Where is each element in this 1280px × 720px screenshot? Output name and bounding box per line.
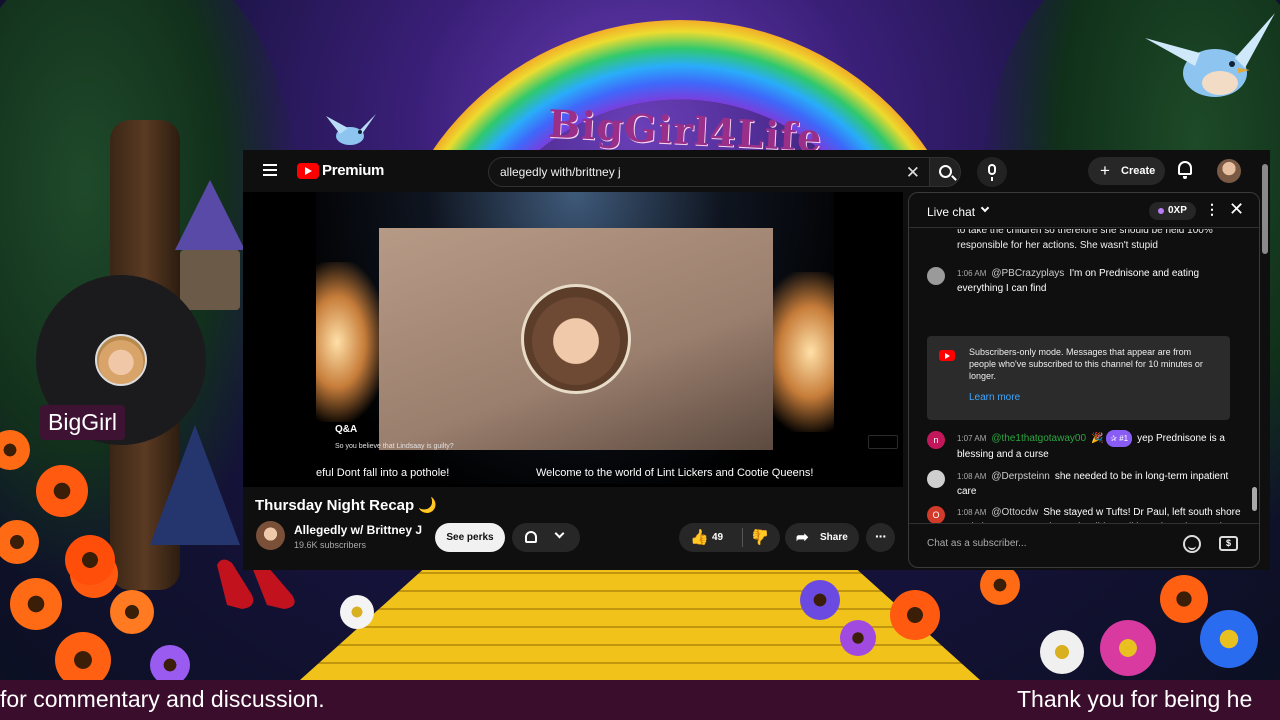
youtube-logo-icon[interactable] xyxy=(297,163,319,179)
subscription-notifications-button[interactable] xyxy=(512,523,580,552)
create-button-label: Create xyxy=(1121,165,1156,177)
chat-input[interactable]: Chat as a subscriber... xyxy=(927,538,1157,549)
video-crawl: eful Dont fall into a pothole! Welcome t… xyxy=(316,467,834,483)
chat-options-icon[interactable]: ⋮ xyxy=(1205,201,1219,218)
chevron-down-icon[interactable] xyxy=(980,203,990,213)
rank-badge: ✰ #1 xyxy=(1106,430,1133,447)
flowers-right xyxy=(740,560,1280,690)
channel-avatar[interactable] xyxy=(256,521,285,550)
learn-more-link[interactable]: Learn more xyxy=(969,392,1020,403)
close-icon[interactable]: ✕ xyxy=(906,163,920,183)
chat-time: 1:08 AM xyxy=(957,472,987,481)
watermark-icon xyxy=(868,435,898,449)
youtube-window: Premium allegedly with/brittney j ✕ + Cr… xyxy=(243,150,1270,570)
chat-input-row: Chat as a subscriber... $ xyxy=(909,523,1259,567)
cloud-glow-left xyxy=(316,262,386,422)
crawl-text-right: Welcome to the world of Lint Lickers and… xyxy=(536,467,814,479)
chat-avatar[interactable] xyxy=(927,470,945,488)
notifications-bell-icon[interactable] xyxy=(1178,161,1192,179)
crawl-text-left: eful Dont fall into a pothole! xyxy=(316,467,450,479)
ticker-text-left: for commentary and discussion. xyxy=(0,686,325,712)
see-perks-button[interactable]: See perks xyxy=(435,523,505,552)
share-button-label: Share xyxy=(820,532,848,543)
chat-message-body: 1:07 AM @the1thatgotaway00 🎉 ✰ #1 yep Predn… xyxy=(957,430,1247,462)
author-badge: 🎉 xyxy=(1091,433,1104,444)
super-chat-icon[interactable]: $ xyxy=(1219,536,1238,551)
share-icon: ➦ xyxy=(796,529,809,546)
chat-message-body: 1:06 AM @PBCrazyplays I'm on Prednisone an… xyxy=(957,266,1247,296)
bluebird-icon xyxy=(326,114,376,145)
youtube-premium-logo[interactable]: Premium xyxy=(322,162,384,179)
youtube-icon xyxy=(939,350,955,361)
microphone-icon xyxy=(988,164,996,181)
video-title: Thursday Night Recap 🌙 xyxy=(255,497,438,514)
like-dislike-group: 👍 49 👍 xyxy=(679,523,780,552)
chat-author[interactable]: @the1thatgotaway00 xyxy=(991,433,1086,444)
qa-title: Q&A xyxy=(335,424,358,435)
subscriber-count: 19.6K subscribers xyxy=(294,540,367,550)
more-actions-button[interactable]: ··· xyxy=(866,523,895,552)
flowers-left xyxy=(0,430,420,690)
witch-hat xyxy=(150,425,240,545)
search-icon xyxy=(939,165,952,178)
chat-message-body: 1:08 AM @Ottocdw She stayed w Tufts! Dr Pa… xyxy=(957,505,1247,523)
subscribers-only-notice: Subscribers-only mode. Messages that app… xyxy=(927,336,1230,420)
close-chat-icon[interactable]: ✕ xyxy=(1229,199,1244,220)
bell-icon xyxy=(525,531,537,543)
search-input[interactable]: allegedly with/brittney j ✕ xyxy=(488,157,931,187)
ticker-text-right: Thank you for being he xyxy=(1017,686,1253,712)
like-divider xyxy=(742,528,743,547)
live-chat-panel: Live chat 0XP ⋮ ✕ to take the children s… xyxy=(908,192,1260,568)
chat-author[interactable]: @Derpsteinn xyxy=(991,471,1050,482)
search-button[interactable] xyxy=(929,157,961,187)
like-count[interactable]: 49 xyxy=(712,532,723,543)
xp-icon xyxy=(1158,208,1164,214)
bluebird-large-icon xyxy=(1145,13,1275,97)
chat-avatar[interactable]: n xyxy=(927,431,945,449)
fairy-tower xyxy=(175,180,245,310)
plus-icon: + xyxy=(1100,161,1110,180)
video-player[interactable]: Q&A So you believe that Lindsaay is guil… xyxy=(243,192,903,487)
ticker-bar: for commentary and discussion. Thank you… xyxy=(0,680,1280,720)
voice-search-button[interactable] xyxy=(977,157,1007,187)
chat-avatar[interactable] xyxy=(927,267,945,285)
webcam-name-tag: BigGirl xyxy=(40,405,126,440)
chat-avatar[interactable]: O xyxy=(927,506,945,523)
search-input-value[interactable]: allegedly with/brittney j xyxy=(500,165,621,179)
chat-message-text: to take the children so therefore she sh… xyxy=(957,229,1213,251)
chevron-down-icon xyxy=(554,528,565,539)
topbar: Premium allegedly with/brittney j ✕ + Cr… xyxy=(243,150,1270,192)
xp-badge[interactable]: 0XP xyxy=(1149,202,1196,220)
dislike-icon[interactable]: 👍 xyxy=(751,528,770,546)
chat-time: 1:06 AM xyxy=(957,269,987,278)
host-portrait xyxy=(521,284,631,394)
chat-time: 1:07 AM xyxy=(957,434,987,443)
chat-messages: to take the children so therefore she sh… xyxy=(909,229,1249,523)
account-avatar[interactable] xyxy=(1217,159,1241,183)
chat-scrollbar[interactable] xyxy=(1252,229,1258,521)
chat-header: Live chat 0XP ⋮ ✕ xyxy=(909,193,1259,228)
chat-time: 1:08 AM xyxy=(957,508,987,517)
xp-value: 0XP xyxy=(1168,205,1187,216)
menu-icon[interactable] xyxy=(263,164,277,176)
notice-text: Subscribers-only mode. Messages that app… xyxy=(969,347,1203,381)
emoji-icon[interactable] xyxy=(1183,535,1201,553)
chat-author[interactable]: @PBCrazyplays xyxy=(991,268,1064,279)
create-button[interactable]: + Create xyxy=(1088,157,1165,185)
scrollbar-thumb[interactable] xyxy=(1252,487,1257,511)
qa-question: So you believe that Lindsaay is guilty? xyxy=(335,443,454,450)
avatar xyxy=(95,334,147,386)
window-scrollbar[interactable] xyxy=(1262,164,1268,254)
chat-message-body: 1:08 AM @Derpsteinn she needed to be in lo… xyxy=(957,469,1247,499)
chat-mode-dropdown[interactable]: Live chat xyxy=(927,205,975,219)
like-icon[interactable]: 👍 xyxy=(690,528,709,546)
chat-author[interactable]: @Ottocdw xyxy=(991,507,1038,518)
share-button[interactable]: ➦ Share xyxy=(785,523,859,552)
channel-name[interactable]: Allegedly w/ Brittney J xyxy=(294,523,422,537)
